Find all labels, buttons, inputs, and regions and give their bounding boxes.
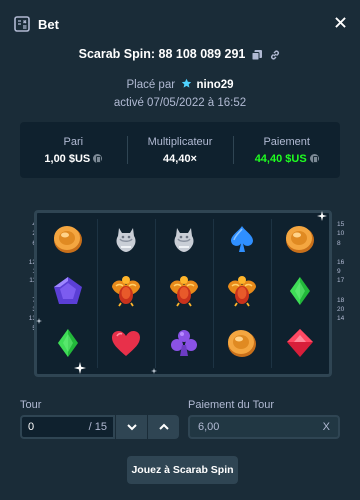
chevron-up-icon [158,423,169,430]
slot-cell [213,215,271,267]
slot-cell [271,319,329,371]
slot-cell [271,215,329,267]
round-payout-value: 6,00 [198,421,220,433]
paylines-right: 15 10 8 16 9 17 18 20 14 [337,220,353,324]
scarab-icon [224,273,260,314]
game-id-line: Scarab Spin: 88 108 089 291 [0,44,360,64]
slot-cell [39,319,97,371]
placed-by-username[interactable]: nino29 [196,79,233,91]
slot-cell [213,319,271,371]
round-total: / 15 [88,421,107,433]
stat-bet-value: 1,00 $US [44,152,91,165]
payline-gap [337,248,353,258]
slot-cell [97,215,155,267]
scarab-icon [108,273,144,314]
sparkle-icon [36,318,42,324]
green-diamond-icon [282,273,318,314]
payline-number: 17 [337,277,345,285]
red-gem-icon [282,325,318,366]
stat-multiplier: Multiplicateur 44,40× [126,122,234,178]
purple-club-icon [166,325,202,366]
slot-grid [34,210,332,377]
payline-number: 10 [337,230,345,238]
stat-bet: Pari 1,00 $US [20,122,127,178]
stat-multiplier-value: 44,40× [163,152,197,165]
round-decrement-button[interactable] [116,415,147,439]
stat-bet-value-wrap: 1,00 $US [44,152,103,165]
placed-by-prefix: Placé par [126,79,176,91]
red-heart-icon [108,325,144,366]
slot-cell [39,215,97,267]
scarab-icon [166,273,202,314]
stat-payout-label: Paiement [263,135,310,148]
sparkle-icon [317,211,327,221]
payline-number: 9 [337,268,341,276]
green-diamond-icon [50,325,86,366]
slot-cell [39,267,97,319]
multiplier-suffix: X [322,421,330,433]
link-icon[interactable] [269,48,281,60]
silver-cat-icon [166,221,202,262]
stat-bet-label: Pari [63,135,84,148]
purple-pentagon-icon [50,273,86,314]
round-value: 0 [28,421,35,433]
slot-cell [97,267,155,319]
stat-payout: Paiement 44,40 $US [233,122,340,178]
payline-gap [337,286,353,296]
round-increment-button[interactable] [148,415,179,439]
orange-coin-icon [282,221,318,262]
round-input[interactable]: 0 / 15 [20,415,115,439]
slot-cell [155,267,213,319]
payline-number: 20 [337,306,345,314]
currency-coin-icon [93,154,103,163]
payline-number: 16 [337,258,345,266]
orange-coin-icon [224,325,260,366]
slot-cell [97,319,155,371]
slot-cell [155,319,213,371]
payline-number: 15 [337,221,345,228]
star-icon [181,78,192,89]
currency-coin-icon [309,154,319,163]
game-title: Scarab Spin: 88 108 089 291 [78,47,246,61]
activated-date: activé 07/05/2022 à 16:52 [113,97,247,109]
payline-number: 18 [337,296,345,304]
close-icon[interactable] [335,15,346,33]
round-payout-field: 6,00 X [188,415,340,439]
copy-icon[interactable] [251,48,263,61]
stat-payout-value: 44,40 $US [254,152,307,165]
stat-multiplier-label: Multiplicateur [147,135,213,148]
silver-cat-icon [108,221,144,262]
round-payout-label: Paiement du Tour [188,399,275,411]
modal-header: Bet [0,0,360,48]
slot-cell [155,215,213,267]
slot-board [34,210,332,377]
sparkle-icon [151,368,157,374]
bet-slip-icon [14,16,30,32]
payline-number: 8 [337,239,341,247]
chevron-down-icon [126,424,137,431]
sparkle-icon [74,362,86,374]
orange-coin-icon [50,221,86,262]
play-game-button[interactable]: Jouez à Scarab Spin [127,456,238,484]
slot-cell [271,267,329,319]
bet-stats-panel: Pari 1,00 $US Multiplicateur 44,40× Paie… [20,122,340,178]
modal-title: Bet [38,16,59,32]
payline-number: 14 [337,315,345,323]
round-label: Tour [20,399,42,411]
placed-by: Placé par nino29 [0,78,360,91]
slot-cell [213,267,271,319]
stat-payout-value-wrap: 44,40 $US [255,153,319,165]
blue-spade-icon [224,221,260,262]
